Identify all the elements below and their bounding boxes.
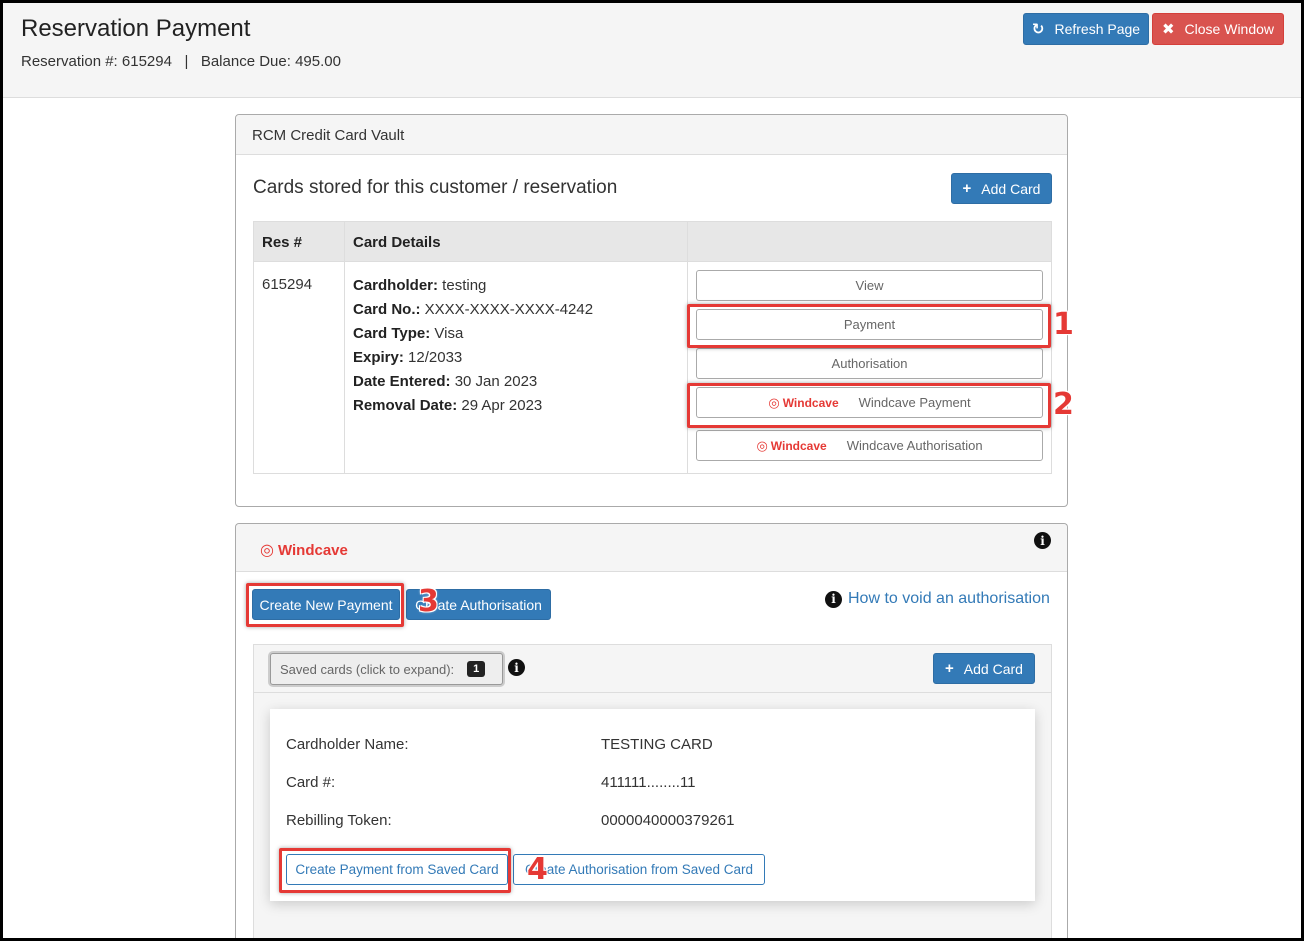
- close-window-label: Close Window: [1184, 21, 1275, 37]
- refresh-page-label: Refresh Page: [1054, 21, 1141, 37]
- saved-cards-label: Saved cards (click to expand):: [280, 661, 455, 677]
- info-icon[interactable]: i: [508, 659, 525, 676]
- cardholder-name-value: TESTING CARD: [601, 736, 713, 753]
- detail-card-number: Card No.: XXXX-XXXX-XXXX-4242: [353, 301, 594, 318]
- annotation-box-4: [279, 848, 511, 893]
- saved-cards-count-badge: 1: [467, 661, 486, 677]
- windcave-authorisation-button[interactable]: ◎ Windcave Windcave Authorisation: [696, 430, 1043, 461]
- detail-expiry: Expiry: 12/2033: [353, 349, 463, 366]
- info-icon[interactable]: i: [1034, 532, 1051, 549]
- windcave-heading: ◎ Windcave i: [236, 524, 1067, 572]
- page-header: Reservation Payment Reservation #: 61529…: [3, 3, 1301, 98]
- reservation-summary: Reservation #: 615294 | Balance Due: 495…: [21, 53, 341, 70]
- annotation-number-4: 4: [527, 852, 548, 887]
- void-authorisation-link[interactable]: i How to void an authorisation: [825, 590, 1050, 608]
- card-vault-title: Cards stored for this customer / reserva…: [253, 177, 618, 198]
- vault-add-card-label: Add Card: [981, 180, 1041, 197]
- saved-cards-bar: Saved cards (click to expand): 1 i + Add…: [254, 645, 1051, 693]
- annotation-number-2: 2: [1053, 387, 1074, 422]
- saved-add-card-label: Add Card: [963, 660, 1023, 677]
- void-authorisation-label: How to void an authorisation: [848, 590, 1050, 607]
- windcave-logo-icon: ◎ Windcave: [260, 541, 348, 560]
- cardholder-name-label: Cardholder Name:: [286, 736, 409, 753]
- annotation-box-1: [687, 304, 1051, 348]
- saved-cards-toggle[interactable]: Saved cards (click to expand): 1: [270, 653, 503, 685]
- refresh-icon: ↻: [1031, 21, 1045, 38]
- annotation-box-3: [246, 583, 404, 627]
- detail-date-entered: Date Entered: 30 Jan 2023: [353, 373, 538, 390]
- row-res-number: 615294: [262, 276, 313, 293]
- detail-cardholder: Cardholder: testing: [353, 277, 487, 294]
- table-header: Res # Card Details: [254, 222, 1051, 262]
- detail-card-type: Card Type: Visa: [353, 325, 464, 342]
- column-card-details: Card Details: [353, 234, 441, 251]
- card-number-value: 411111........11: [601, 774, 696, 791]
- windcave-authorisation-label: Windcave Authorisation: [846, 438, 983, 453]
- rebilling-token-label: Rebilling Token:: [286, 812, 392, 829]
- vault-add-card-button[interactable]: + Add Card: [951, 173, 1052, 204]
- plus-icon: +: [962, 180, 972, 197]
- saved-cards-section: Saved cards (click to expand): 1 i + Add…: [253, 644, 1052, 938]
- app-window: Reservation Payment Reservation #: 61529…: [0, 0, 1304, 941]
- column-divider: [344, 222, 345, 473]
- column-res: Res #: [262, 234, 303, 251]
- card-vault-heading: RCM Credit Card Vault: [236, 115, 1067, 155]
- authorisation-button[interactable]: Authorisation: [696, 348, 1043, 379]
- plus-icon: +: [945, 660, 954, 677]
- card-details-cell: Cardholder: testing Card No.: XXXX-XXXX-…: [353, 274, 593, 418]
- refresh-page-button[interactable]: ↻ Refresh Page: [1023, 13, 1149, 45]
- close-window-button[interactable]: ✖ Close Window: [1152, 13, 1284, 45]
- windcave-logo-icon: ◎ Windcave: [756, 437, 827, 453]
- saved-add-card-button[interactable]: + Add Card: [933, 653, 1035, 684]
- annotation-number-1: 1: [1053, 307, 1074, 342]
- rebilling-token-value: 0000040000379261: [601, 812, 735, 829]
- page-title: Reservation Payment: [21, 15, 251, 42]
- info-icon: i: [825, 590, 842, 608]
- close-icon: ✖: [1161, 21, 1175, 38]
- annotation-number-3: 3: [418, 584, 439, 619]
- card-number-label: Card #:: [286, 774, 336, 791]
- annotation-box-2: [687, 383, 1051, 428]
- create-authorisation-from-saved-card-button[interactable]: Create Authorisation from Saved Card: [513, 854, 765, 885]
- view-button[interactable]: View: [696, 270, 1043, 301]
- detail-removal-date: Removal Date: 29 Apr 2023: [353, 397, 543, 414]
